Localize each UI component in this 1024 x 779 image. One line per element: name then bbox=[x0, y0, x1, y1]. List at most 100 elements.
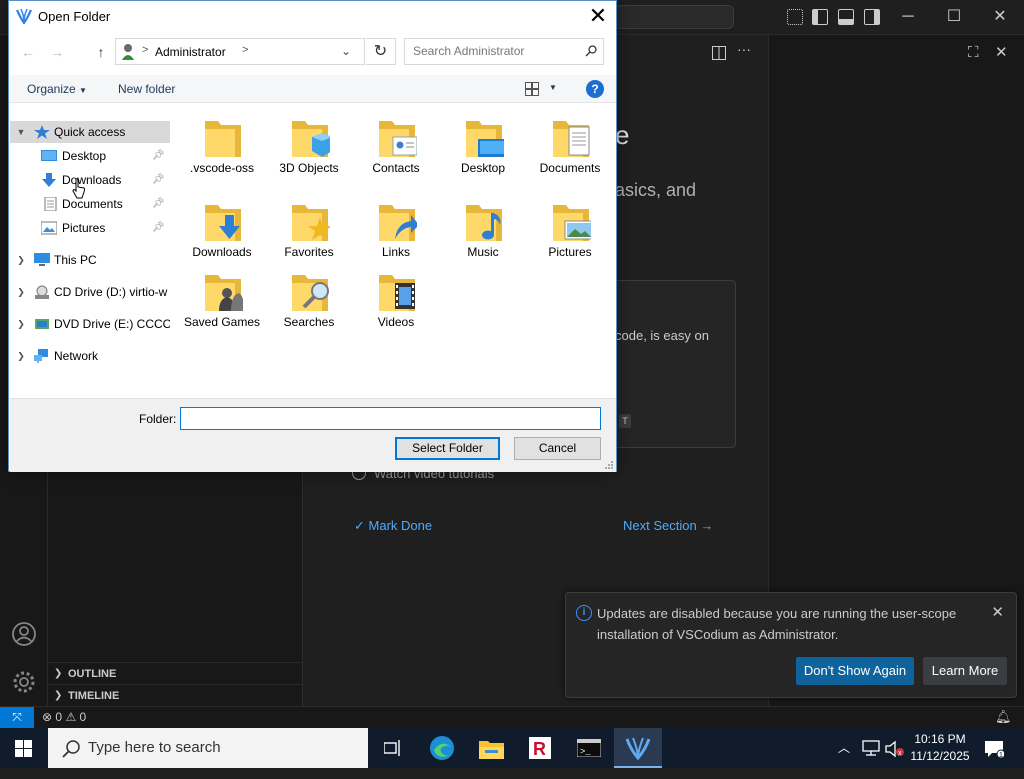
forward-arrow-icon[interactable]: → bbox=[46, 42, 68, 62]
nav-documents[interactable]: Documents 📌︎ bbox=[10, 193, 170, 215]
warning-icon: ⚠ bbox=[65, 710, 77, 724]
close-window-icon[interactable]: ✕ bbox=[985, 6, 1015, 28]
close-dialog-icon[interactable]: ✕ bbox=[580, 1, 616, 32]
folder-desktop-icon bbox=[466, 121, 504, 157]
refresh-icon[interactable]: ↻ bbox=[366, 38, 396, 65]
folder-item[interactable]: 3D Objects bbox=[266, 111, 352, 193]
toggle-secondary-sidebar-icon[interactable] bbox=[864, 9, 880, 25]
address-bar[interactable]: > Administrator > ⌄ bbox=[115, 38, 365, 65]
close-notification-icon[interactable]: ✕ bbox=[991, 603, 1004, 621]
nav-desktop[interactable]: Desktop 📌︎ bbox=[10, 145, 170, 167]
nav-cd-drive[interactable]: ❯ CD Drive (D:) virtio-w bbox=[10, 281, 170, 303]
nav-dvd-drive[interactable]: ❯ DVD Drive (E:) CCCOI bbox=[10, 313, 170, 335]
problems-indicator[interactable]: ⊗ 0 ⚠ 0 bbox=[42, 710, 86, 724]
minimize-icon[interactable]: ─ bbox=[893, 6, 923, 28]
nav-label: Quick access bbox=[54, 125, 126, 139]
show-hidden-icons-icon[interactable]: ︿ bbox=[838, 739, 850, 779]
resize-grip-icon[interactable] bbox=[604, 460, 614, 470]
nav-label: Pictures bbox=[62, 221, 106, 235]
collapsed-chevron-icon[interactable]: ❯ bbox=[15, 313, 27, 335]
folder-item[interactable]: Desktop bbox=[440, 111, 526, 193]
vscodium-icon bbox=[625, 737, 651, 760]
organize-menu[interactable]: Organize ▼ bbox=[27, 82, 87, 96]
dialog-titlebar[interactable]: Open Folder ✕ bbox=[9, 1, 616, 32]
nav-this-pc[interactable]: ❯ This PC bbox=[10, 249, 170, 271]
folder-item[interactable]: .vscode-oss bbox=[179, 111, 265, 193]
folder-item[interactable]: Saved Games bbox=[179, 265, 265, 347]
search-placeholder: Search Administrator bbox=[413, 44, 525, 58]
new-folder-button[interactable]: New folder bbox=[118, 82, 175, 96]
folder-item[interactable]: Pictures bbox=[527, 195, 613, 277]
clock-time: 10:16 PM bbox=[914, 732, 966, 746]
customize-layout-icon[interactable] bbox=[787, 9, 803, 25]
view-dropdown-icon[interactable]: ▼ bbox=[549, 83, 557, 92]
start-button[interactable] bbox=[0, 728, 48, 768]
cancel-button[interactable]: Cancel bbox=[514, 437, 601, 460]
up-arrow-icon[interactable]: ↑ bbox=[90, 42, 112, 62]
outline-section[interactable]: ❯ OUTLINE bbox=[48, 662, 303, 684]
network-status-icon[interactable] bbox=[862, 740, 880, 756]
manage-gear-icon[interactable] bbox=[11, 669, 37, 695]
split-editor-icon[interactable] bbox=[712, 46, 726, 60]
folder-contacts-icon bbox=[379, 121, 417, 157]
folder-label: Downloads bbox=[192, 245, 252, 259]
learn-more-button[interactable]: Learn More bbox=[923, 657, 1007, 685]
nav-pictures[interactable]: Pictures 📌︎ bbox=[10, 217, 170, 239]
folder-input[interactable] bbox=[180, 407, 601, 430]
command-center[interactable] bbox=[614, 5, 734, 29]
taskbar-search[interactable]: Type here to search bbox=[48, 728, 368, 768]
collapsed-chevron-icon[interactable]: ❯ bbox=[15, 281, 27, 303]
breadcrumb-chevron-icon[interactable]: > bbox=[242, 44, 248, 56]
notifications-bell-icon[interactable]: 🔔︎ bbox=[995, 709, 1012, 725]
task-view-button[interactable] bbox=[368, 728, 416, 768]
help-icon[interactable]: ? bbox=[586, 80, 604, 98]
nav-downloads[interactable]: Downloads 📌︎ bbox=[10, 169, 170, 191]
toggle-primary-sidebar-icon[interactable] bbox=[812, 9, 828, 25]
breadcrumb-administrator[interactable]: Administrator bbox=[155, 45, 226, 59]
nav-quick-access[interactable]: ▼ Quick access bbox=[10, 121, 170, 143]
folder-item[interactable]: Contacts bbox=[353, 111, 439, 193]
folder-item[interactable]: Searches bbox=[266, 265, 352, 347]
collapsed-chevron-icon[interactable]: ❯ bbox=[15, 345, 27, 367]
dont-show-again-button[interactable]: Don't Show Again bbox=[796, 657, 914, 685]
folder-item[interactable]: Music bbox=[440, 195, 526, 277]
select-folder-button[interactable]: Select Folder bbox=[395, 437, 500, 460]
app-r-icon: R bbox=[529, 737, 551, 759]
next-section-link[interactable]: Next Section → bbox=[623, 518, 713, 533]
folder-saved-games-icon bbox=[205, 275, 243, 311]
keybinding-hint: T bbox=[619, 414, 631, 428]
taskbar-terminal[interactable]: >_ bbox=[565, 728, 613, 768]
remote-indicator-icon[interactable]: ⤧ bbox=[0, 707, 34, 729]
svg-text:>_: >_ bbox=[580, 747, 591, 757]
walkthrough-subtitle: asics, and bbox=[615, 180, 697, 200]
cd-drive-icon bbox=[35, 285, 49, 299]
mark-done-link[interactable]: ✓ Mark Done bbox=[354, 518, 432, 534]
action-center-icon[interactable]: 1 bbox=[984, 739, 1004, 759]
toggle-panel-icon[interactable] bbox=[838, 9, 854, 25]
change-view-icon[interactable] bbox=[525, 82, 539, 96]
timeline-section[interactable]: ❯ TIMELINE bbox=[48, 684, 303, 706]
taskbar-vscodium[interactable] bbox=[614, 728, 662, 768]
nav-label: CD Drive (D:) virtio-w bbox=[54, 285, 168, 299]
pin-icon: 📌︎ bbox=[152, 198, 165, 209]
folder-item[interactable]: Documents bbox=[527, 111, 613, 193]
close-panel-icon[interactable]: ✕ bbox=[995, 43, 1008, 61]
taskbar-edge[interactable] bbox=[418, 728, 466, 768]
command-bar: Organize ▼ New folder ▼ ? bbox=[10, 75, 616, 103]
folder-item[interactable]: Videos bbox=[353, 265, 439, 347]
expanded-chevron-icon[interactable]: ▼ bbox=[15, 121, 27, 143]
nav-network[interactable]: ❯ Network bbox=[10, 345, 170, 367]
maximize-panel-icon[interactable]: ⛶ bbox=[968, 44, 979, 61]
search-box[interactable]: Search Administrator bbox=[404, 38, 604, 65]
taskbar-app-r[interactable]: R bbox=[516, 728, 564, 768]
folder-label: Searches bbox=[283, 315, 335, 329]
taskbar-file-explorer[interactable] bbox=[467, 728, 515, 768]
more-actions-icon[interactable]: ··· bbox=[737, 41, 751, 57]
navigation-pane: ▼ Quick access Desktop 📌︎ Downloads 📌︎ D… bbox=[10, 111, 170, 397]
collapsed-chevron-icon[interactable]: ❯ bbox=[15, 249, 27, 271]
taskbar-clock[interactable]: 10:16 PM 11/12/2025 bbox=[900, 731, 980, 765]
maximize-icon[interactable]: ☐ bbox=[939, 6, 969, 28]
back-arrow-icon[interactable]: ← bbox=[17, 42, 39, 62]
accounts-icon[interactable] bbox=[11, 621, 37, 647]
address-dropdown-icon[interactable]: ⌄ bbox=[341, 44, 351, 58]
